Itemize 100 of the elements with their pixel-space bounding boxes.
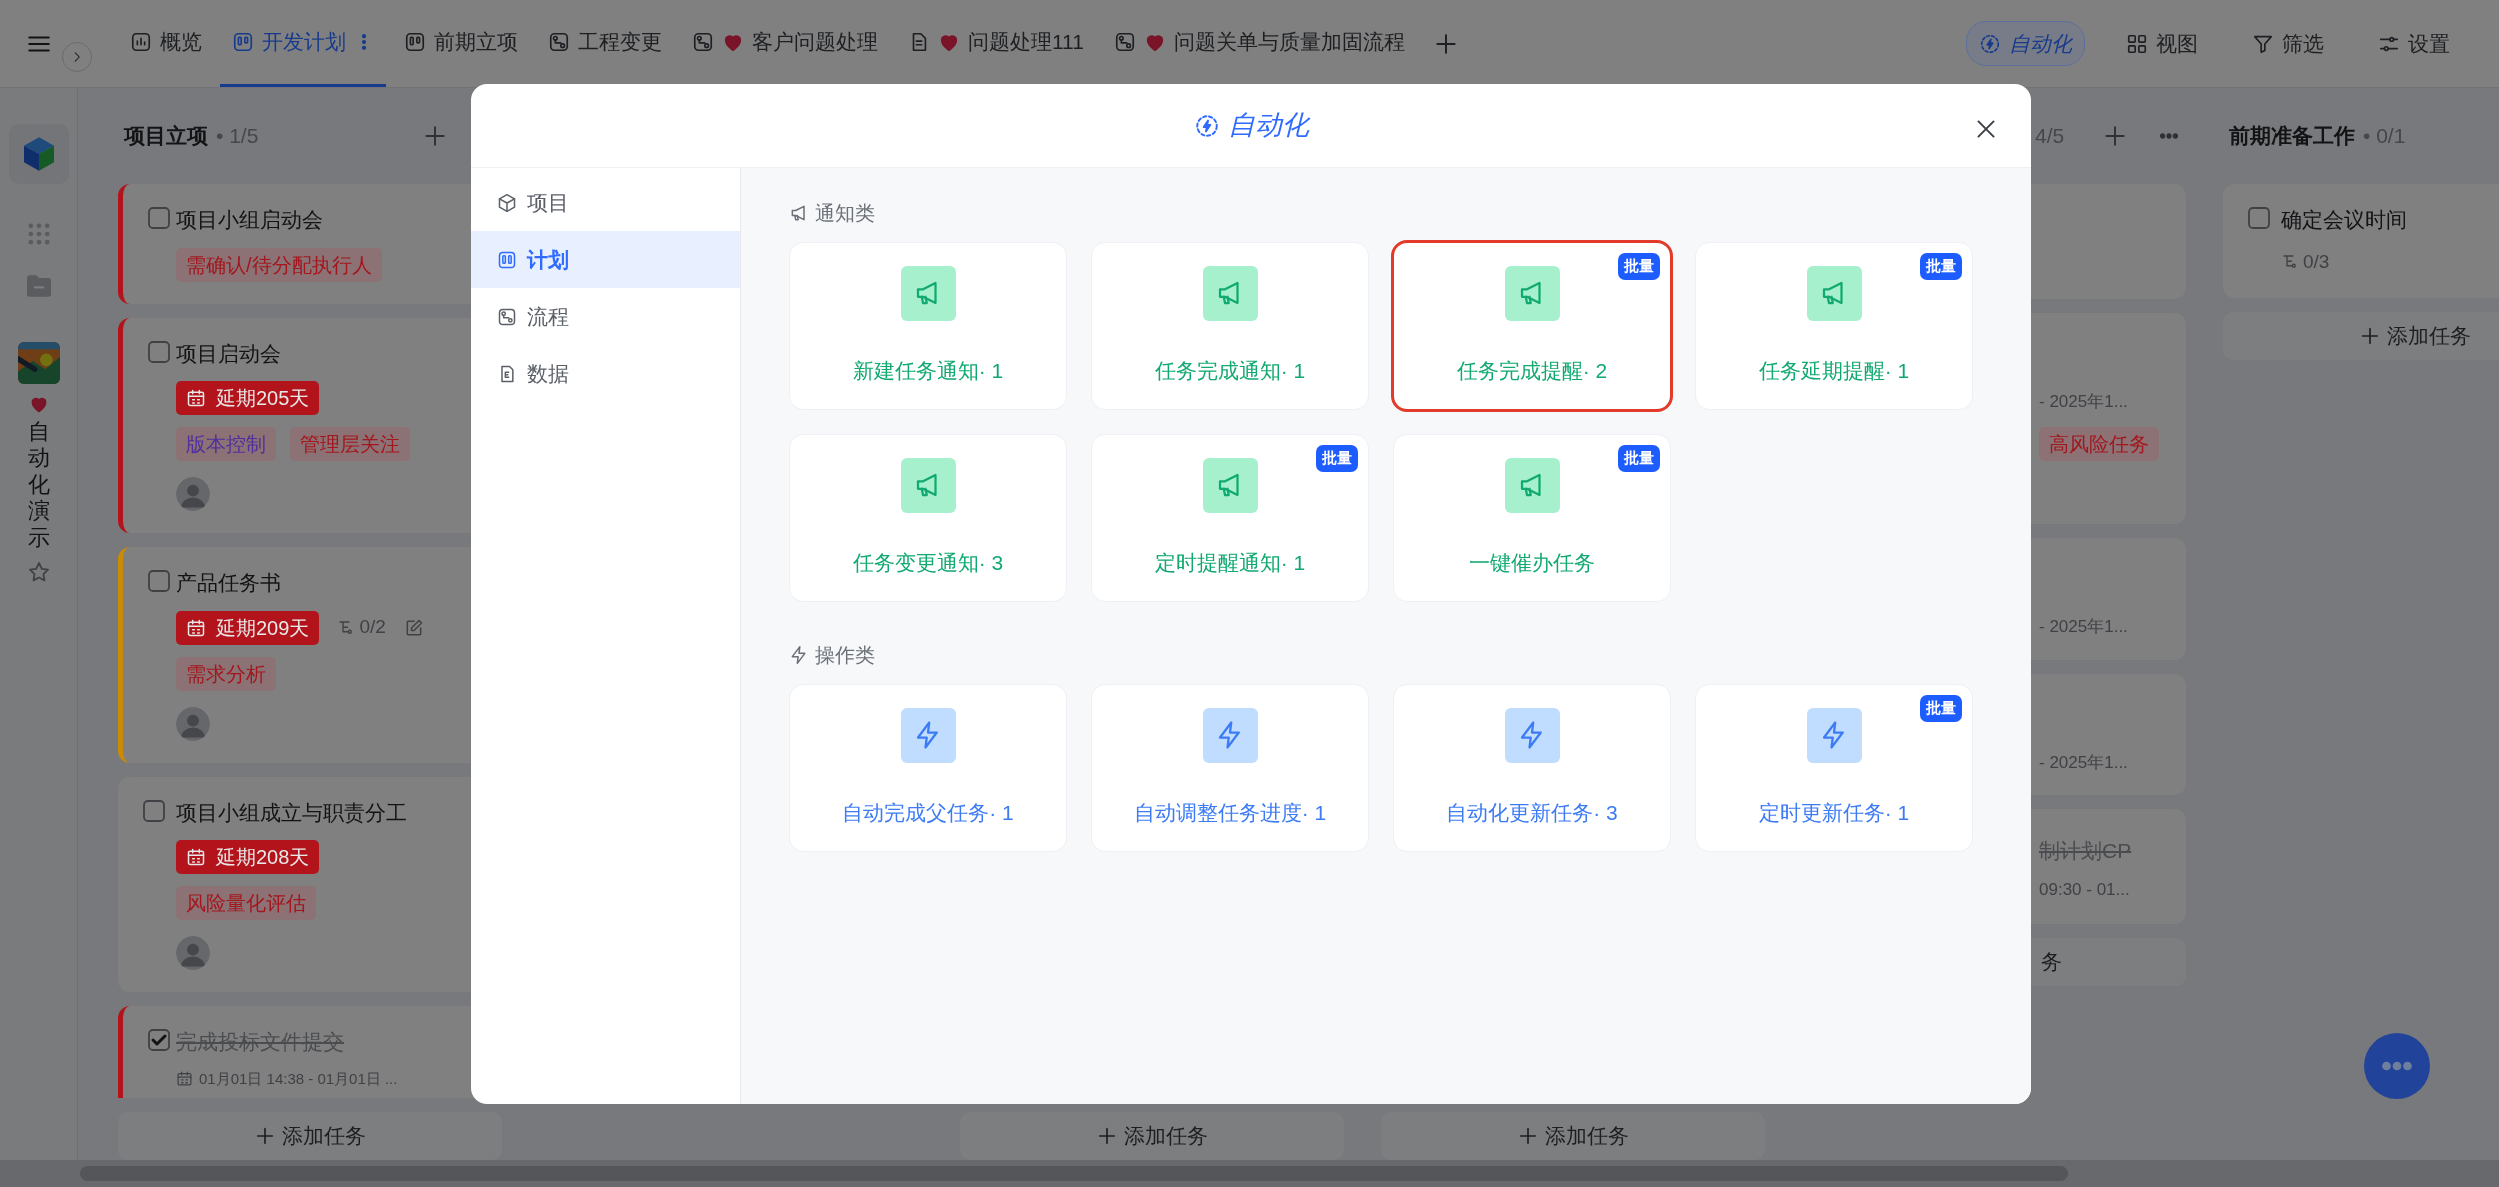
card-label: 定时提醒通知· 1 (1154, 549, 1306, 576)
tag: 版本控制 (176, 427, 276, 461)
toolbar-button[interactable]: 视图 (2113, 20, 2211, 67)
task-card[interactable]: - 2025年1... (2031, 673, 2186, 795)
task-card[interactable]: - 2025年1... (2031, 538, 2186, 660)
chart-icon (130, 31, 152, 53)
task-title: 项目小组成立与职责分工 (176, 799, 408, 826)
card-label: 一键催办任务 (1469, 549, 1595, 576)
overdue-badge: 延期208天 (176, 840, 320, 874)
calendar-icon (186, 617, 206, 638)
tab[interactable]: 概览 (118, 0, 214, 87)
subtask-icon (2281, 252, 2299, 271)
cube-icon (497, 192, 517, 213)
batch-badge: 批量 (1920, 695, 1962, 722)
toolbar-button[interactable]: 设置 (2365, 20, 2463, 67)
column-title: 项目立项 (124, 123, 208, 150)
card-label: 任务完成提醒· 2 (1456, 357, 1608, 384)
automation-card[interactable]: 自动化更新任务· 3 (1393, 684, 1671, 852)
tag: 需求分析 (176, 656, 276, 691)
tag: 风险量化评估 (176, 886, 316, 920)
automation-card[interactable]: 自动完成父任务· 1 (789, 684, 1067, 852)
plus-icon (254, 1125, 276, 1147)
date-range: 01月01日 14:38 - 01月01日 ... (199, 1068, 398, 1089)
batch-badge: 批量 (1316, 445, 1358, 472)
batch-badge: 批量 (1618, 445, 1660, 472)
tab[interactable]: 开发计划 (220, 0, 386, 87)
automation-card[interactable]: 任务完成提醒· 2 批量 (1393, 242, 1671, 410)
checkbox[interactable] (147, 1028, 171, 1052)
plus-icon (1517, 1125, 1539, 1147)
card-label: 新建任务通知· 1 (852, 357, 1004, 384)
overdue-badge: 延期205天 (176, 381, 320, 415)
add-task-button[interactable]: 添加任务 (118, 1112, 502, 1160)
tab[interactable]: 问题关单与质量加固流程 (1101, 0, 1417, 87)
tag: 管理层关注 (290, 427, 410, 461)
add-task-button[interactable]: 添加任务 (960, 1112, 1344, 1160)
tab[interactable]: 前期立项 (392, 0, 530, 87)
automation-icon (1979, 32, 2001, 55)
subtask-count: 0/3 (2303, 249, 2330, 274)
tab[interactable]: 工程变更 (536, 0, 674, 87)
flow-icon (1113, 31, 1136, 53)
dialog-title: 自动化 (1227, 109, 1309, 143)
automation-card[interactable]: 任务完成通知· 1 (1091, 242, 1369, 410)
automation-card[interactable]: 自动调整任务进度· 1 (1091, 684, 1369, 852)
batch-badge: 批量 (1920, 253, 1962, 280)
board-icon (232, 31, 254, 53)
date-range: 09:30 - 01... (2039, 878, 2131, 901)
board-icon (404, 31, 426, 53)
section-title: 操作类 (815, 643, 875, 668)
nav-item[interactable]: 计划 (471, 231, 740, 288)
board-icon (497, 249, 517, 270)
star-icon[interactable] (26, 559, 51, 584)
date-range: - 2025年1... (2039, 751, 2129, 774)
task-title: 项目小组启动会 (176, 207, 324, 233)
more-icon (2380, 1060, 2414, 1072)
checkbox[interactable] (147, 569, 171, 593)
calendar-icon (176, 1070, 193, 1088)
flow-icon (497, 306, 517, 327)
automation-card[interactable]: 任务延期提醒· 1 批量 (1695, 242, 1973, 410)
task-card[interactable]: 确定会议时间 0/3 (2223, 184, 2499, 298)
flow-icon (692, 31, 714, 53)
column-title: 前期准备工作 (2229, 123, 2355, 150)
checkbox[interactable] (2247, 206, 2271, 230)
automation-button[interactable]: 自动化 (1966, 20, 2085, 67)
automation-card[interactable]: 定时更新任务· 1 批量 (1695, 684, 1973, 852)
date-range: - 2025年1... (2039, 391, 2129, 413)
add-task-button[interactable]: 添加任务 (2223, 312, 2499, 360)
calendar-icon (186, 388, 206, 408)
flow-icon (548, 31, 570, 53)
grid-icon (2126, 32, 2148, 55)
tag: 高风险任务 (2039, 426, 2159, 461)
workspace-name[interactable]: 自动化演示 (27, 419, 50, 551)
automation-card[interactable]: 一键催办任务 批量 (1393, 434, 1671, 602)
scrollbar[interactable] (0, 1160, 2499, 1187)
card-label: 定时更新任务· 1 (1758, 799, 1910, 826)
card-label: 自动调整任务进度· 1 (1133, 799, 1327, 826)
calendar-icon (186, 847, 206, 867)
automation-card[interactable]: 新建任务通知· 1 (789, 242, 1067, 410)
lightning-icon (789, 645, 809, 665)
checkbox[interactable] (147, 206, 171, 230)
card-label: 任务延期提醒· 1 (1758, 357, 1910, 384)
tab[interactable]: 客户问题处理 (680, 0, 890, 87)
task-title: 产品任务书 (176, 570, 282, 596)
card-label: 任务完成通知· 1 (1154, 357, 1306, 384)
toolbar-button[interactable]: 筛选 (2239, 20, 2337, 67)
plus-icon (1096, 1125, 1118, 1147)
tag: 需确认/待分配执行人 (176, 247, 382, 282)
plus-icon (2359, 325, 2381, 347)
add-task-button[interactable]: 添加任务 (1381, 1112, 1765, 1160)
task-title: 确定会议时间 (2281, 207, 2408, 233)
task-title: 项目启动会 (176, 340, 282, 367)
automation-icon (1193, 112, 1220, 139)
automation-card[interactable]: 定时提醒通知· 1 批量 (1091, 434, 1369, 602)
task-card[interactable]: - 2025年1... 高风险任务 (2031, 313, 2186, 524)
add-task-button[interactable]: 务 (2031, 938, 2186, 986)
overdue-badge: 延期209天 (176, 610, 320, 645)
checkbox[interactable] (142, 798, 166, 823)
tab[interactable]: 问题处理111 (896, 0, 1096, 87)
section-title: 通知类 (815, 201, 875, 226)
checkbox[interactable] (147, 339, 171, 364)
automation-card[interactable]: 任务变更通知· 3 (789, 434, 1067, 602)
